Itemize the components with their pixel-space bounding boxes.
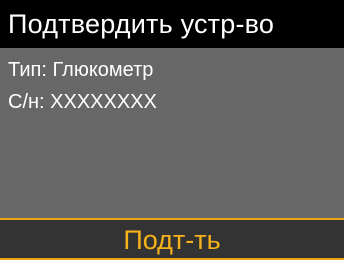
device-screen: Подтвердить устр-во Тип: Глюкометр С/н: … (0, 0, 344, 262)
serial-number-text: С/н: XXXXXXXX (8, 91, 157, 113)
device-info-panel: Тип: Глюкометр С/н: XXXXXXXX (0, 48, 344, 218)
header-bar: Подтвердить устр-во (0, 0, 344, 48)
page-title: Подтвердить устр-во (8, 9, 275, 39)
device-type-text: Тип: Глюкометр (8, 59, 154, 81)
confirm-button-label: Подт-ть (123, 225, 221, 255)
confirm-button[interactable]: Подт-ть (0, 218, 344, 260)
